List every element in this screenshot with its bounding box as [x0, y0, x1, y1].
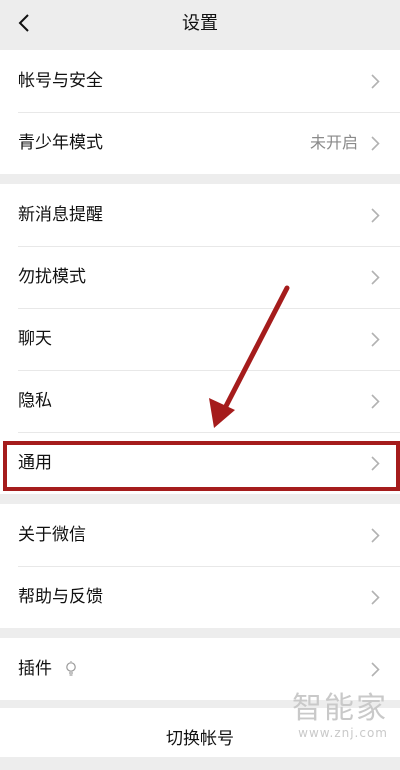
chevron-right-icon — [371, 394, 380, 409]
settings-item-privacy[interactable]: 隐私 — [0, 370, 400, 432]
settings-item-label: 勿扰模式 — [18, 267, 86, 287]
settings-item-label: 插件 — [18, 659, 52, 679]
settings-item-label: 帮助与反馈 — [18, 587, 103, 607]
settings-group-plugins: 插件 — [0, 638, 400, 700]
settings-item-chat[interactable]: 聊天 — [0, 308, 400, 370]
teen-mode-status: 未开启 — [309, 133, 358, 152]
nav-bar: 设置 — [0, 0, 400, 48]
settings-item-label: 青少年模式 — [18, 133, 103, 153]
settings-item-label: 隐私 — [18, 391, 52, 411]
chevron-right-icon — [371, 332, 380, 347]
chevron-right-icon — [371, 528, 380, 543]
chevron-right-icon — [371, 662, 380, 677]
settings-group-about: 关于微信 帮助与反馈 — [0, 504, 400, 628]
chevron-right-icon — [371, 208, 380, 223]
chevron-right-icon — [371, 590, 380, 605]
settings-item-account-security[interactable]: 帐号与安全 — [0, 50, 400, 112]
settings-item-label: 帐号与安全 — [18, 71, 103, 91]
settings-item-label: 聊天 — [18, 329, 52, 349]
settings-item-help-feedback[interactable]: 帮助与反馈 — [0, 566, 400, 628]
chevron-right-icon — [371, 136, 380, 151]
chevron-right-icon — [371, 456, 380, 471]
switch-account-button[interactable]: 切换帐号 — [0, 708, 400, 757]
settings-item-label: 通用 — [18, 453, 52, 473]
settings-item-plugins[interactable]: 插件 — [0, 638, 400, 700]
settings-group-account: 帐号与安全 青少年模式 未开启 — [0, 50, 400, 174]
page-title: 设置 — [182, 13, 218, 34]
settings-item-label: 关于微信 — [18, 525, 86, 545]
chevron-right-icon — [371, 270, 380, 285]
settings-item-new-message-alerts[interactable]: 新消息提醒 — [0, 184, 400, 246]
settings-item-about-wechat[interactable]: 关于微信 — [0, 504, 400, 566]
settings-item-do-not-disturb[interactable]: 勿扰模式 — [0, 246, 400, 308]
settings-item-teen-mode[interactable]: 青少年模式 未开启 — [0, 112, 400, 174]
settings-item-general[interactable]: 通用 — [0, 432, 400, 494]
settings-group-general: 新消息提醒 勿扰模式 聊天 隐私 通用 — [0, 184, 400, 494]
chevron-right-icon — [371, 74, 380, 89]
lightbulb-icon — [66, 661, 77, 676]
settings-item-label: 新消息提醒 — [18, 205, 103, 225]
